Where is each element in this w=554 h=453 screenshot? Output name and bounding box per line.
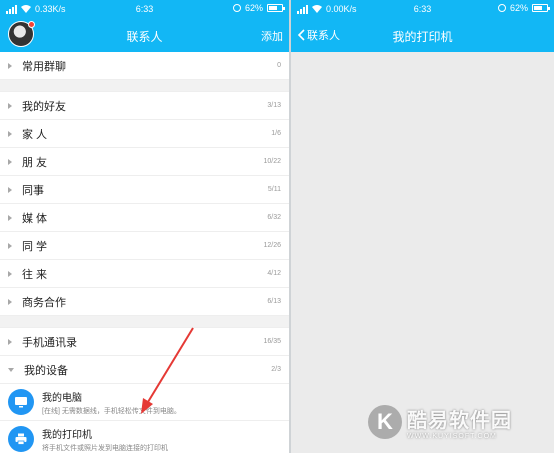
device-name: 我的打印机 [42, 429, 92, 441]
triangle-down-icon [8, 367, 14, 372]
alarm-icon [497, 4, 506, 12]
contacts-header: 联系人 添加 [0, 18, 289, 52]
group-row[interactable]: 家 人 1/6 [0, 120, 289, 148]
page-title: 我的打印机 [392, 30, 453, 44]
page-title: 联系人 [126, 30, 163, 44]
watermark-logo: K [368, 405, 402, 439]
group-row[interactable]: 媒 体 6/32 [0, 204, 289, 232]
group-list-top: 常用群聊 0 [0, 52, 289, 80]
status-bar: 0.33K/s 6:33 62% [0, 0, 289, 18]
group-count: 4/12 [267, 270, 281, 277]
group-count: 6/13 [267, 298, 281, 305]
printer-icon [15, 433, 27, 445]
group-row[interactable]: 手机通讯录 16/35 [0, 328, 289, 356]
triangle-right-icon [8, 158, 12, 165]
group-row[interactable]: 同 学 12/26 [0, 232, 289, 260]
device-name: 我的电脑 [42, 392, 82, 404]
computer-icon-badge [8, 389, 34, 415]
add-button[interactable]: 添加 [261, 28, 283, 44]
alarm-icon [232, 4, 241, 12]
battery-percent: 62% [244, 3, 263, 13]
group-row[interactable]: 往 来 4/12 [0, 260, 289, 288]
triangle-right-icon [8, 102, 12, 109]
group-name: 往 来 [22, 268, 48, 281]
triangle-right-icon [8, 62, 12, 69]
device-list: 我的电脑 [在线] 无需数据线，手机轻松传文件到电脑。我的打印机将手机文件或照片发… [0, 384, 289, 453]
group-count: 1/6 [271, 130, 281, 137]
group-list-bottom: 手机通讯录 16/35 我的设备 2/3 [0, 328, 289, 384]
group-row[interactable]: 商务合作 6/13 [0, 288, 289, 316]
section-gap [0, 80, 289, 92]
device-description: 将手机文件或照片发到电脑连接的打印机 [42, 444, 168, 452]
printer-header: 联系人 我的打印机 [291, 18, 554, 52]
watermark-text: 酷易软件园 [407, 410, 512, 432]
group-name: 朋 友 [22, 156, 48, 169]
triangle-right-icon [8, 186, 12, 193]
battery-icon [267, 4, 285, 12]
group-name: 商务合作 [22, 296, 66, 309]
contacts-panel: 0.33K/s 6:33 62% 联系人 添加 常用群聊 0 我的好友 3/13 家 … [0, 0, 289, 453]
status-bar: 0.00K/s 6:33 62% [291, 0, 554, 18]
group-count: 10/22 [263, 158, 281, 165]
group-count: 6/32 [267, 214, 281, 221]
battery-icon [532, 4, 550, 12]
printer-icon-badge [8, 426, 34, 452]
watermark: K 酷易软件园 WWW.KUYISOFT.COM [368, 404, 512, 440]
section-gap [0, 316, 289, 328]
group-row[interactable]: 常用群聊 0 [0, 52, 289, 80]
computer-icon [15, 397, 27, 408]
triangle-right-icon [8, 214, 12, 221]
triangle-right-icon [8, 242, 12, 249]
group-count: 16/35 [263, 338, 281, 345]
device-row[interactable]: 我的打印机将手机文件或照片发到电脑连接的打印机 [0, 421, 289, 453]
group-row[interactable]: 我的好友 3/13 [0, 92, 289, 120]
notification-dot [28, 21, 35, 28]
printer-panel: 0.00K/s 6:33 62% 联系人 我的打印机 [291, 0, 554, 453]
group-count: 3/13 [267, 102, 281, 109]
group-row[interactable]: 同事 5/11 [0, 176, 289, 204]
triangle-right-icon [8, 130, 12, 137]
group-name: 同 学 [22, 240, 48, 253]
group-name: 我的设备 [24, 364, 68, 377]
group-name: 媒 体 [22, 212, 48, 225]
battery-percent: 62% [509, 3, 528, 13]
group-count: 5/11 [267, 186, 281, 193]
watermark-url: WWW.KUYISOFT.COM [407, 433, 497, 440]
group-name: 常用群聊 [22, 60, 66, 73]
group-count: 2/3 [271, 366, 281, 373]
group-name: 我的好友 [22, 100, 66, 113]
device-description: [在线] 无需数据线，手机轻松传文件到电脑。 [42, 407, 181, 415]
triangle-right-icon [8, 338, 12, 345]
group-count: 0 [277, 62, 281, 69]
group-row[interactable]: 我的设备 2/3 [0, 356, 289, 384]
group-name: 手机通讯录 [22, 336, 77, 349]
group-list: 我的好友 3/13 家 人 1/6 朋 友 10/22 同事 5/11 媒 体 6/32 同 学 12… [0, 92, 289, 316]
group-count: 12/26 [263, 242, 281, 249]
group-row[interactable]: 朋 友 10/22 [0, 148, 289, 176]
group-name: 家 人 [22, 128, 48, 141]
triangle-right-icon [8, 298, 12, 305]
group-name: 同事 [22, 184, 44, 197]
triangle-right-icon [8, 270, 12, 277]
device-row[interactable]: 我的电脑 [在线] 无需数据线，手机轻松传文件到电脑。 [0, 384, 289, 421]
